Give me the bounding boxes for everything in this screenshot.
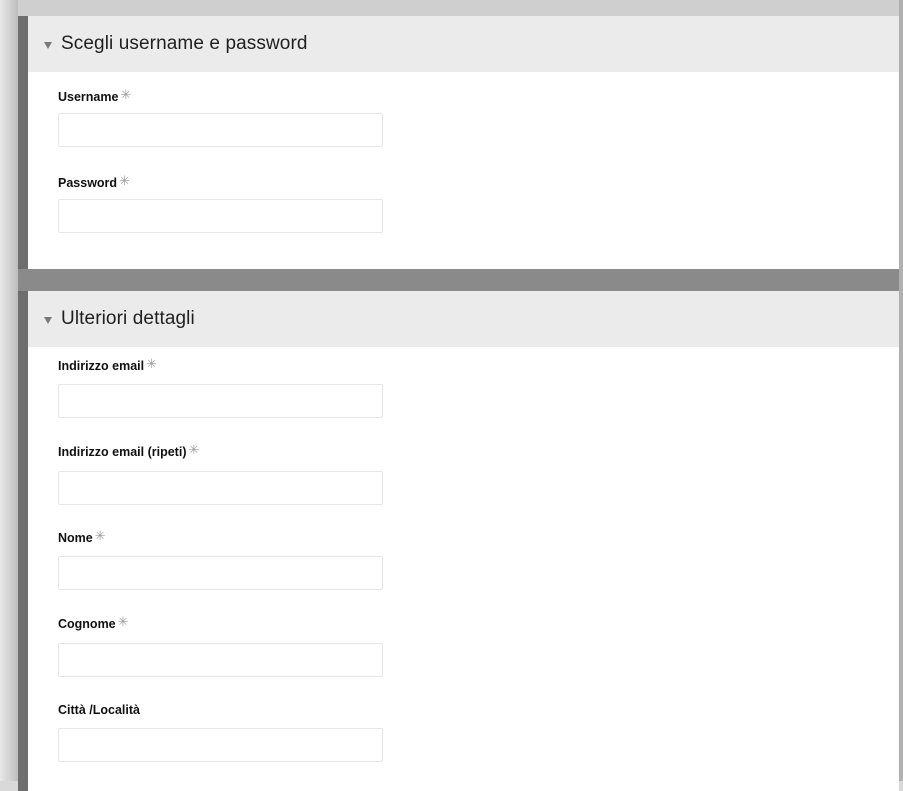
username-label-text: Username xyxy=(58,90,119,104)
section-title: Scegli username e password xyxy=(61,33,308,54)
first-name-label: Nome ✳ xyxy=(58,528,106,545)
email-input[interactable] xyxy=(58,384,383,418)
password-label-text: Password xyxy=(58,176,118,190)
required-asterisk-icon: ✳ xyxy=(188,442,200,457)
city-label: Città /Località xyxy=(58,703,140,717)
email-label: Indirizzo email ✳ xyxy=(58,356,158,373)
section-title: Ulteriori dettagli xyxy=(61,308,195,329)
required-asterisk-icon: ✳ xyxy=(119,173,130,188)
password-label: Password ✳ xyxy=(58,173,130,190)
username-label: Username ✳ xyxy=(58,87,132,104)
email-repeat-label-text: Indirizzo email (ripeti) xyxy=(58,445,187,459)
required-asterisk-icon: ✳ xyxy=(94,528,106,543)
section-more-details-header[interactable]: Ulteriori dettagli xyxy=(28,291,899,347)
section-credentials-header[interactable]: Scegli username e password xyxy=(28,16,899,72)
required-asterisk-icon: ✳ xyxy=(120,87,132,102)
email-repeat-label: Indirizzo email (ripeti) ✳ xyxy=(58,442,200,459)
registration-form-screenshot: Scegli username e password Username ✳ Pa… xyxy=(0,0,903,791)
collapse-triangle-icon[interactable] xyxy=(44,41,52,49)
section-more-details: Ulteriori dettagli Indirizzo email ✳ Ind… xyxy=(18,291,899,791)
city-label-text: Città /Località xyxy=(58,703,140,717)
last-name-label-text: Cognome xyxy=(58,617,116,631)
email-repeat-input[interactable] xyxy=(58,471,383,505)
city-input[interactable] xyxy=(58,728,383,762)
section-credentials: Scegli username e password Username ✳ Pa… xyxy=(18,16,899,269)
required-asterisk-icon: ✳ xyxy=(146,356,158,371)
section-separator xyxy=(18,269,899,291)
page-edge-right xyxy=(899,0,903,781)
required-asterisk-icon: ✳ xyxy=(117,614,129,629)
page-edge-shadow xyxy=(0,0,18,781)
last-name-input[interactable] xyxy=(58,643,383,677)
first-name-label-text: Nome xyxy=(58,531,93,545)
collapse-triangle-icon[interactable] xyxy=(44,316,52,324)
username-input[interactable] xyxy=(58,113,383,147)
email-label-text: Indirizzo email xyxy=(58,359,145,373)
password-input[interactable] xyxy=(58,199,383,233)
first-name-input[interactable] xyxy=(58,556,383,590)
last-name-label: Cognome ✳ xyxy=(58,614,129,631)
